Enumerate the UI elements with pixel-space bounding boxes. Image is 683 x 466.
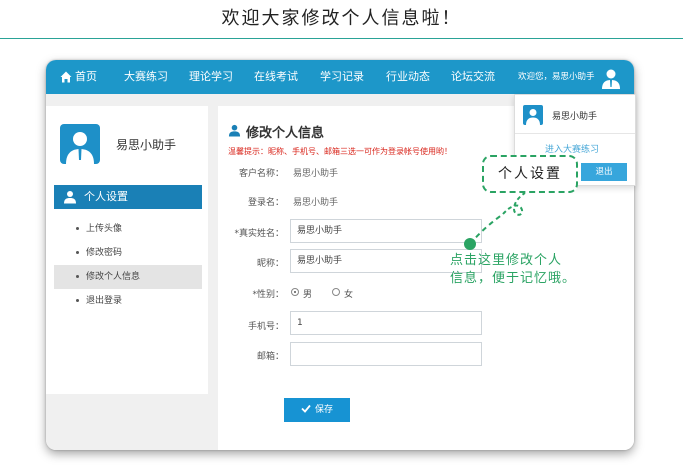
- gender-male-label: 男: [303, 290, 313, 300]
- banner-title: 欢迎大家修改个人信息啦！: [221, 8, 462, 29]
- save-button[interactable]: 保存: [284, 398, 350, 422]
- sidebar-item-label: 修改密码: [86, 248, 123, 258]
- nav-item-online-exam[interactable]: 在线考试: [254, 60, 298, 94]
- user-avatar-icon: [60, 124, 100, 164]
- welcome-text: 欢迎您，易思小助手: [518, 72, 595, 82]
- home-icon[interactable]: [60, 71, 72, 83]
- gender-female-label: 女: [344, 290, 354, 300]
- hint-line: 信息，便于记忆哦。: [450, 271, 577, 286]
- user-avatar-icon: [523, 105, 543, 125]
- email-label: 邮箱：: [256, 352, 284, 362]
- hint-text: 点击这里修改个人 信息，便于记忆哦。: [450, 252, 630, 288]
- logout-button[interactable]: 退出: [581, 163, 627, 181]
- sidebar-item-label: 修改个人信息: [86, 272, 141, 282]
- nav-item-industry-news[interactable]: 行业动态: [386, 60, 430, 94]
- divider: [515, 133, 635, 134]
- nav-item-forum[interactable]: 论坛交流: [451, 60, 495, 94]
- email-field[interactable]: [290, 342, 482, 366]
- bullet-icon: [76, 227, 79, 230]
- avatar: [60, 124, 100, 164]
- sidebar-section-personal-settings[interactable]: 个人设置: [54, 185, 202, 209]
- nav-item-study-record[interactable]: 学习记录: [320, 60, 364, 94]
- customer-name-value: 易思小助手: [293, 169, 339, 179]
- enter-competition-link[interactable]: 进入大赛练习: [545, 142, 599, 155]
- callout-box: 个人设置: [482, 155, 578, 193]
- hint-line: 点击这里修改个人: [450, 253, 563, 268]
- save-button-label: 保存: [314, 405, 333, 415]
- login-name-value: 易思小助手: [293, 198, 339, 208]
- sidebar-item-edit-profile[interactable]: 修改个人信息: [54, 265, 202, 289]
- nav-item-competition-practice[interactable]: 大赛练习: [124, 60, 168, 94]
- user-avatar-icon[interactable]: [599, 66, 623, 90]
- user-icon: [228, 124, 241, 137]
- bullet-icon: [76, 275, 79, 278]
- sidebar-item-label: 上传头像: [86, 224, 123, 234]
- check-icon: [301, 404, 311, 413]
- top-nav: 首页 大赛练习 理论学习 在线考试 学习记录 行业动态 论坛交流 欢迎您，易思小…: [46, 60, 634, 94]
- real-name-field[interactable]: 易思小助手: [290, 219, 482, 243]
- phone-field[interactable]: 1: [290, 311, 482, 335]
- tip-text: 温馨提示：昵称、手机号、邮箱三选一可作为登录帐号使用哟！: [228, 147, 452, 156]
- divider: [0, 38, 683, 39]
- gender-male-radio[interactable]: [291, 288, 299, 296]
- sidebar-item-label: 退出登录: [86, 296, 123, 306]
- page-title: 修改个人信息: [246, 126, 325, 141]
- sidebar: 易思小助手 个人设置 上传头像 修改密码 修改个人信息 退出登录: [46, 106, 208, 394]
- callout-label: 个人设置: [498, 166, 562, 182]
- login-name-label: 登录名：: [247, 198, 284, 208]
- sidebar-item-change-password[interactable]: 修改密码: [54, 241, 202, 265]
- real-name-label: *真实姓名：: [234, 229, 284, 239]
- nav-item-home[interactable]: 首页: [75, 60, 97, 94]
- sidebar-section-label: 个人设置: [84, 190, 128, 203]
- nav-item-theory-study[interactable]: 理论学习: [189, 60, 233, 94]
- bullet-icon: [76, 251, 79, 254]
- dropdown-username: 易思小助手: [552, 112, 598, 122]
- gender-label: *性别：: [252, 290, 284, 300]
- gender-female-radio[interactable]: [332, 288, 340, 296]
- sidebar-item-logout[interactable]: 退出登录: [54, 289, 202, 313]
- customer-name-label: 客户名称：: [238, 169, 284, 179]
- sidebar-username: 易思小助手: [116, 138, 177, 152]
- bullet-icon: [76, 299, 79, 302]
- user-icon: [64, 191, 76, 204]
- sidebar-item-upload-avatar[interactable]: 上传头像: [54, 217, 202, 241]
- nickname-label: 昵称：: [256, 259, 284, 269]
- phone-label: 手机号：: [247, 322, 284, 332]
